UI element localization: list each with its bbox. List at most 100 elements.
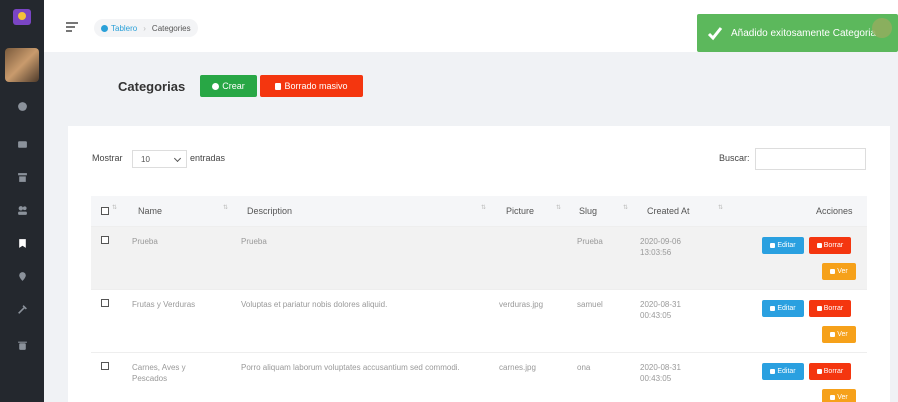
- sort-icon[interactable]: ⇅: [112, 204, 117, 211]
- column-actions: Acciones: [816, 206, 853, 216]
- table-header: ⇅ Name ⇅ Description ⇅ Picture ⇅ Slug ⇅ …: [91, 196, 867, 226]
- users-icon[interactable]: [0, 199, 44, 221]
- show-label: Mostrar: [92, 153, 123, 163]
- page-size-value: 10: [141, 154, 150, 164]
- store-icon[interactable]: [0, 166, 44, 188]
- select-all-checkbox[interactable]: [101, 207, 109, 215]
- row-created-time: 00:43:05: [640, 374, 672, 383]
- app-logo[interactable]: [13, 9, 31, 25]
- bulk-delete-button[interactable]: Borrado masivo: [260, 75, 363, 97]
- delete-button[interactable]: Borrar: [809, 363, 851, 380]
- delete-label: Borrar: [823, 305, 844, 312]
- plus-circle-icon: [212, 82, 220, 90]
- delete-label: Borrar: [823, 242, 844, 249]
- trash-icon[interactable]: [0, 334, 44, 356]
- column-description[interactable]: Description: [247, 206, 292, 216]
- orders-icon[interactable]: [0, 133, 44, 155]
- row-description: Prueba: [241, 237, 267, 246]
- row-created-date: 2020-09-06: [640, 237, 681, 246]
- row-description: Voluptas et pariatur nobis dolores aliqu…: [241, 300, 388, 309]
- view-label: Ver: [837, 268, 848, 275]
- row-created-time: 13:03:56: [640, 248, 672, 257]
- create-button-label: Crear: [222, 81, 245, 91]
- table-row: Carnes, Aves y Pescados Porro aliquam la…: [91, 352, 867, 402]
- eye-icon: [830, 269, 836, 274]
- search-label: Buscar:: [719, 153, 750, 163]
- page-title: Categorias: [118, 79, 186, 94]
- avatar[interactable]: [5, 48, 39, 82]
- categories-card: Mostrar 10 entradas Buscar: ⇅ Name ⇅ Des…: [68, 126, 890, 402]
- row-picture: verduras.jpg: [499, 300, 544, 309]
- edit-icon: [770, 306, 776, 311]
- toast-message: Añadido exitosamente Categoria: [731, 27, 877, 39]
- edit-label: Editar: [777, 242, 796, 249]
- row-created-date: 2020-08-31: [640, 300, 681, 309]
- breadcrumb-home[interactable]: Tablero: [101, 24, 137, 33]
- delete-button[interactable]: Borrar: [809, 300, 851, 317]
- row-created-time: 00:43:05: [640, 311, 672, 320]
- delete-label: Borrar: [823, 368, 844, 375]
- column-created-at[interactable]: Created At: [647, 206, 690, 216]
- view-button[interactable]: Ver: [822, 263, 856, 280]
- row-checkbox[interactable]: [101, 236, 109, 244]
- check-icon: [707, 25, 723, 41]
- breadcrumb-separator: ›: [143, 23, 146, 33]
- view-button[interactable]: Ver: [822, 326, 856, 343]
- breadcrumb: Tablero › Categories: [94, 19, 198, 37]
- delete-button[interactable]: Borrar: [809, 237, 851, 254]
- trash-icon: [816, 369, 822, 374]
- row-checkbox[interactable]: [101, 362, 109, 370]
- dashboard-icon[interactable]: [0, 95, 44, 117]
- sort-icon[interactable]: ⇅: [623, 204, 628, 211]
- sort-icon[interactable]: ⇅: [481, 204, 486, 211]
- table-row: Frutas y Verduras Voluptas et pariatur n…: [91, 289, 867, 352]
- menu-toggle-icon[interactable]: [66, 22, 78, 32]
- edit-button[interactable]: Editar: [762, 300, 804, 317]
- breadcrumb-current: Categories: [151, 23, 191, 33]
- edit-button[interactable]: Editar: [762, 363, 804, 380]
- success-toast[interactable]: Añadido exitosamente Categoria: [697, 14, 898, 52]
- row-name: Prueba: [132, 237, 158, 246]
- trash-icon: [816, 243, 822, 248]
- edit-label: Editar: [777, 305, 796, 312]
- sort-icon[interactable]: ⇅: [223, 204, 228, 211]
- eye-icon: [830, 332, 836, 337]
- location-icon[interactable]: [0, 265, 44, 287]
- sort-icon[interactable]: ⇅: [556, 204, 561, 211]
- edit-label: Editar: [777, 368, 796, 375]
- trash-icon: [275, 82, 282, 90]
- create-button[interactable]: Crear: [200, 75, 257, 97]
- entries-label: entradas: [190, 153, 226, 163]
- home-icon: [101, 24, 108, 32]
- tools-icon[interactable]: [0, 298, 44, 320]
- row-slug: ona: [577, 363, 591, 372]
- bulk-delete-label: Borrado masivo: [284, 81, 348, 91]
- row-name: Carnes, Aves y Pescados: [132, 363, 186, 383]
- column-slug[interactable]: Slug: [579, 206, 597, 216]
- row-picture: carnes.jpg: [499, 363, 536, 372]
- column-name[interactable]: Name: [138, 206, 162, 216]
- sidebar: [0, 0, 44, 402]
- row-slug: Prueba: [577, 237, 603, 246]
- row-description: Porro aliquam laborum voluptates accusan…: [241, 363, 460, 372]
- view-label: Ver: [837, 331, 848, 338]
- toast-avatar-icon: [872, 18, 892, 38]
- edit-button[interactable]: Editar: [762, 237, 804, 254]
- search-input[interactable]: [755, 148, 866, 170]
- row-slug: samuel: [577, 300, 603, 309]
- view-label: Ver: [837, 394, 848, 401]
- trash-icon: [816, 306, 822, 311]
- page-size-select[interactable]: 10: [132, 150, 187, 168]
- edit-icon: [770, 243, 776, 248]
- sort-icon[interactable]: ⇅: [718, 204, 723, 211]
- table-row: Prueba Prueba Prueba 2020-09-06 13:03:56…: [91, 226, 867, 289]
- column-picture[interactable]: Picture: [506, 206, 534, 216]
- row-created-date: 2020-08-31: [640, 363, 681, 372]
- edit-icon: [770, 369, 776, 374]
- row-checkbox[interactable]: [101, 299, 109, 307]
- chevron-down-icon: [173, 154, 182, 163]
- row-name: Frutas y Verduras: [132, 300, 196, 309]
- view-button[interactable]: Ver: [822, 389, 856, 402]
- eye-icon: [830, 395, 836, 400]
- categories-icon[interactable]: [0, 232, 44, 254]
